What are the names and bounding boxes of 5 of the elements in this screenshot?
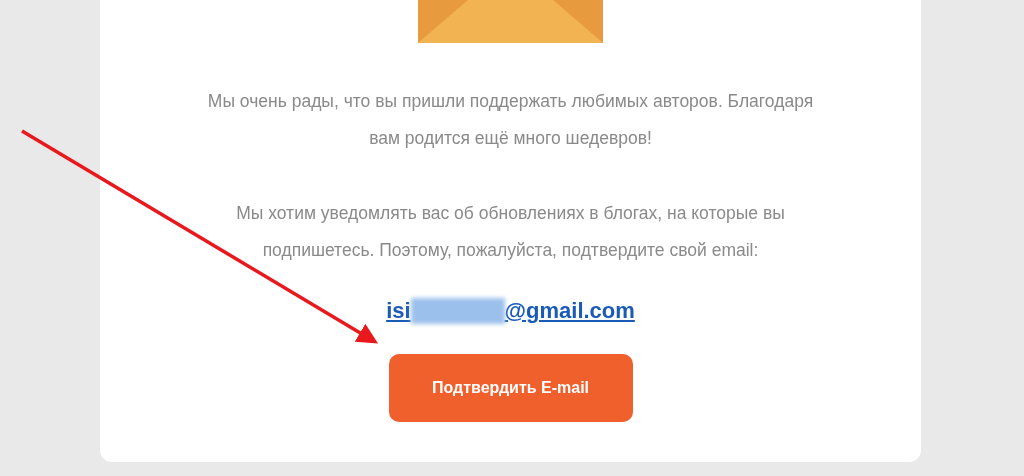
confirm-email-button[interactable]: Подтвердить E-mail bbox=[388, 354, 633, 422]
envelope-icon bbox=[418, 0, 603, 43]
email-link[interactable]: isi @gmail.com bbox=[386, 298, 635, 324]
message-text: Мы хотим уведомлять вас об обновлениях в блогах, на которые вы подпишетесь. Поэтому, пожалуйста, подтвердите свой email: bbox=[235, 202, 786, 262]
message-text: Мы очень рады, что вы пришли поддержать любимых авторов. Благодаря вам родится ещё много шедевров! bbox=[206, 90, 815, 150]
